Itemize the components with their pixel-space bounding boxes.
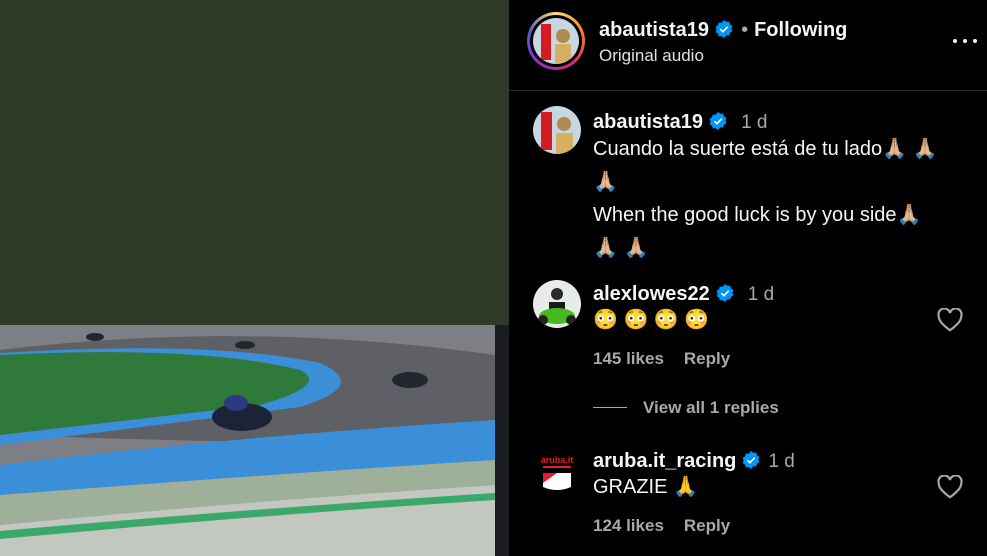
comment-time[interactable]: 1 d [741, 112, 767, 133]
verified-badge-icon [715, 20, 733, 38]
likes-count[interactable]: 124 likes [593, 516, 664, 535]
verified-badge-icon [742, 451, 760, 469]
comment-text: 😳 😳 😳 😳 [593, 309, 710, 331]
avatar[interactable]: aruba.it [533, 447, 581, 495]
reel-video[interactable] [0, 0, 509, 556]
following-button[interactable]: Following [754, 19, 847, 41]
heart-icon[interactable] [937, 475, 963, 499]
post-username[interactable]: abautista19 [599, 19, 709, 41]
comment-text: GRAZIE 🙏 [593, 476, 698, 498]
comment-time[interactable]: 1 d [768, 451, 794, 472]
avatar[interactable] [533, 280, 581, 328]
caption-line: 🙏🏼 🙏🏼 [593, 237, 649, 259]
reply-button[interactable]: Reply [684, 349, 730, 368]
avatar[interactable] [533, 106, 581, 154]
caption-line: When the good luck is by you side🙏🏼 [593, 204, 922, 226]
caption-line: 🙏🏼 [593, 171, 618, 193]
heart-icon[interactable] [937, 308, 963, 332]
more-options-icon[interactable] [953, 30, 979, 50]
comment-username[interactable]: abautista19 [593, 111, 703, 133]
audio-label[interactable]: Original audio [599, 46, 704, 66]
divider [593, 407, 627, 408]
likes-count[interactable]: 145 likes [593, 349, 664, 368]
view-replies-button[interactable]: View all 1 replies [593, 398, 779, 418]
reply-button[interactable]: Reply [684, 516, 730, 535]
comment-time[interactable]: 1 d [748, 284, 774, 305]
avatar[interactable] [533, 18, 579, 64]
video-frame-racetrack [0, 325, 509, 556]
verified-badge-icon [716, 284, 734, 302]
post-header: abautista19 • Following Original audio [509, 0, 987, 91]
comment-username[interactable]: alexlowes22 [593, 283, 710, 305]
comment-text: Cuando la suerte está de tu lado🙏🏼 🙏🏼 🙏🏼… [593, 133, 963, 265]
separator-dot: • [741, 19, 749, 41]
verified-badge-icon [709, 112, 727, 130]
svg-text:aruba.it: aruba.it [541, 455, 574, 465]
comment-username[interactable]: aruba.it_racing [593, 450, 736, 472]
view-replies-label[interactable]: View all 1 replies [643, 398, 779, 417]
caption-line: Cuando la suerte está de tu lado🙏🏼 🙏🏼 [593, 138, 938, 160]
